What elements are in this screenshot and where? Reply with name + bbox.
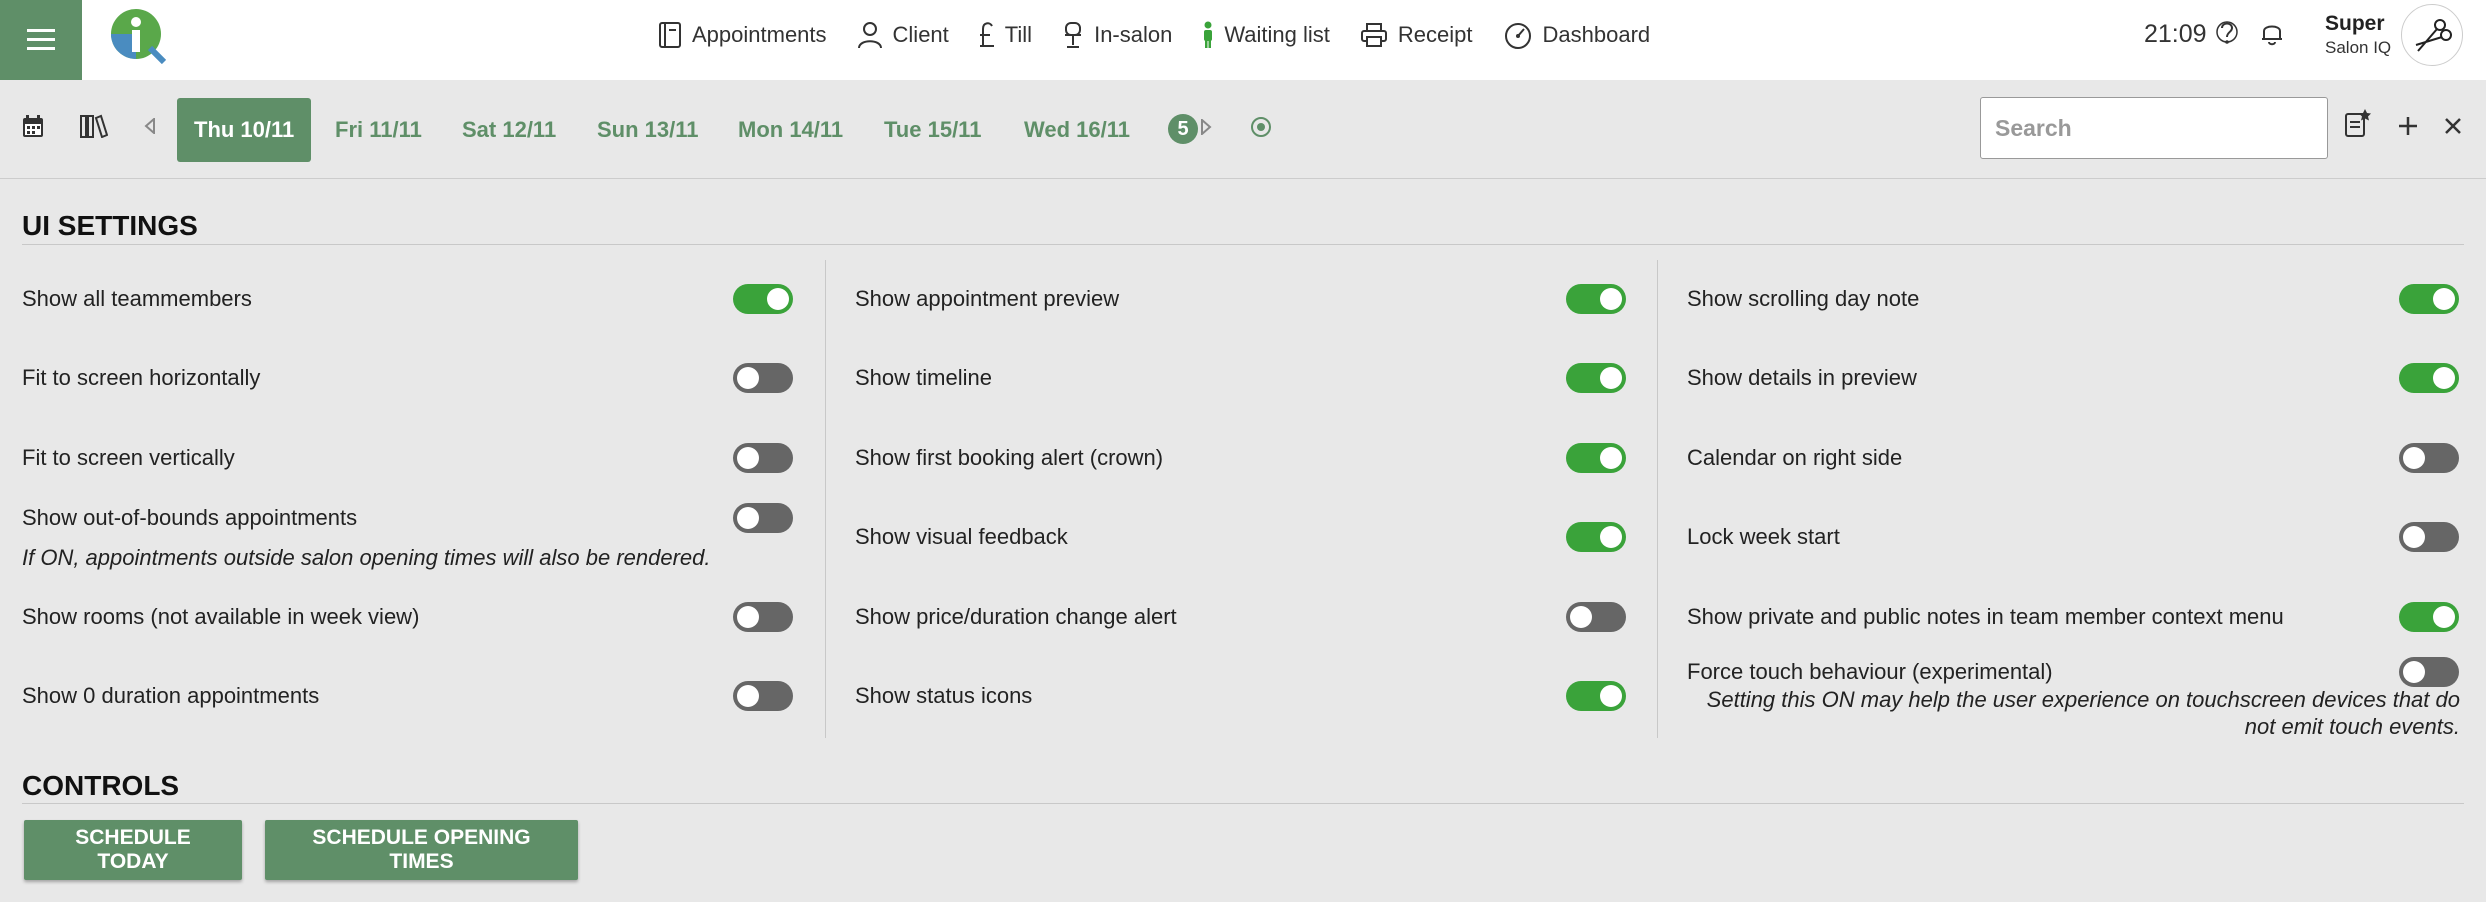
toggle-status-icons[interactable] [1566, 681, 1626, 711]
schedule-opening-times-button[interactable]: SCHEDULE OPENING TIMES [265, 820, 578, 880]
nav-appointments[interactable]: Appointments [658, 21, 827, 49]
setting-label: Force touch behaviour (experimental) [1687, 659, 2053, 684]
setting-label: Show appointment preview [855, 286, 1120, 311]
divider [22, 244, 2464, 245]
setting-label: Show first booking alert (crown) [855, 445, 1164, 470]
pound-icon [979, 22, 994, 47]
salon-chair-icon [1065, 22, 1082, 48]
schedule-today-button[interactable]: SCHEDULE TODAY [24, 820, 242, 880]
date-toolbar: Thu 10/11 Fri 11/11 Sat 12/11 Sun 13/11 … [0, 80, 2486, 179]
nav-till[interactable]: Till [979, 21, 1032, 49]
setting-label: Show price/duration change alert [855, 604, 1177, 629]
target-today-icon[interactable] [1250, 116, 1272, 143]
divider [22, 803, 2464, 804]
setting-note: not emit touch events. [2244, 714, 2460, 739]
setting-label: Show details in preview [1687, 365, 1917, 390]
printer-icon [1360, 23, 1387, 47]
nav-label: Dashboard [1542, 22, 1651, 47]
setting-label: Calendar on right side [1687, 445, 1903, 470]
gauge-icon [1504, 23, 1531, 49]
nav-dashboard[interactable]: Dashboard [1503, 21, 1651, 49]
toggle-details-in-preview[interactable] [2399, 363, 2459, 393]
setting-label: Show 0 duration appointments [22, 683, 320, 708]
setting-label: Fit to screen vertically [22, 445, 235, 470]
clock: 21:09 [2144, 20, 2207, 48]
column-divider [825, 260, 826, 738]
toggle-zero-duration[interactable] [733, 681, 793, 711]
setting-note: If ON, appointments outside salon openin… [22, 545, 711, 570]
calendar-icon[interactable] [22, 114, 44, 143]
search-input[interactable] [1980, 97, 2328, 159]
next-day-icon[interactable] [1200, 117, 1212, 140]
toggle-visual-feedback[interactable] [1566, 522, 1626, 552]
salon-name: Salon IQ [2325, 38, 2392, 57]
nav-label: Receipt [1397, 22, 1473, 47]
setting-label: Show all teammembers [22, 286, 252, 311]
toggle-lock-week-start[interactable] [2399, 522, 2459, 552]
setting-label: Show private and public notes in team me… [1687, 604, 2284, 629]
setting-note: Setting this ON may help the user experi… [1706, 687, 2460, 712]
nav-label: Client [892, 22, 949, 47]
salon-iq-logo[interactable] [110, 8, 167, 65]
nav-label: Appointments [692, 22, 827, 47]
standing-person-icon [1204, 21, 1213, 48]
setting-label: Show rooms (not available in week view) [22, 604, 420, 629]
date-tab[interactable]: Tue 15/11 [884, 98, 981, 162]
setting-label: Show status icons [855, 683, 1033, 708]
prev-day-icon[interactable] [144, 116, 156, 139]
user-name: Super [2325, 12, 2385, 35]
starred-notes-icon[interactable] [2344, 108, 2372, 143]
top-navbar: Appointments Client Till In-salon Waitin… [0, 0, 2486, 80]
week-count-badge: 5 [1168, 114, 1198, 144]
add-icon[interactable] [2398, 116, 2418, 141]
date-tab[interactable]: Sat 12/11 [462, 98, 556, 162]
nav-client[interactable]: Client [857, 21, 949, 49]
nav-label: Waiting list [1224, 22, 1330, 47]
nav-label: Till [1004, 22, 1033, 47]
toggle-timeline[interactable] [1566, 363, 1626, 393]
nav-in-salon[interactable]: In-salon [1062, 21, 1172, 49]
date-tab[interactable]: Sun 13/11 [597, 98, 699, 162]
hamburger-menu-button[interactable] [0, 0, 82, 80]
toggle-price-duration-alert[interactable] [1566, 602, 1626, 632]
help-icon[interactable] [2216, 20, 2238, 51]
scissors-icon [2415, 19, 2452, 52]
avatar[interactable] [2401, 4, 2463, 66]
bell-icon[interactable] [2260, 20, 2284, 51]
books-icon[interactable] [80, 114, 109, 143]
toggle-private-public-notes[interactable] [2399, 602, 2459, 632]
setting-label: Fit to screen horizontally [22, 365, 261, 390]
nav-label: In-salon [1094, 22, 1173, 47]
toggle-first-booking-alert[interactable] [1566, 443, 1626, 473]
book-icon [659, 22, 681, 48]
toggle-fit-vertically[interactable] [733, 443, 793, 473]
main-nav: Appointments Client Till In-salon Waitin… [658, 0, 1680, 70]
toggle-out-of-bounds[interactable] [733, 503, 793, 533]
date-tab[interactable]: Mon 14/11 [738, 98, 843, 162]
date-tab[interactable]: Thu 10/11 [177, 98, 312, 162]
setting-label: Show out-of-bounds appointments [22, 505, 358, 530]
toggle-show-all-teammembers[interactable] [733, 284, 793, 314]
setting-label: Show timeline [855, 365, 992, 390]
date-tab[interactable]: Wed 16/11 [1024, 98, 1130, 162]
hamburger-icon [27, 29, 55, 50]
date-tab[interactable]: Fri 11/11 [335, 98, 422, 162]
setting-label: Show scrolling day note [1687, 286, 1920, 311]
person-icon [857, 22, 882, 49]
setting-label: Show visual feedback [855, 524, 1068, 549]
nav-waiting-list[interactable]: Waiting list [1202, 21, 1330, 49]
nav-receipt[interactable]: Receipt [1360, 22, 1473, 48]
column-divider [1657, 260, 1658, 738]
toggle-calendar-right-side[interactable] [2399, 443, 2459, 473]
ui-settings-heading: UI SETTINGS [22, 210, 198, 241]
close-icon[interactable] [2445, 118, 2461, 139]
setting-label: Lock week start [1687, 524, 1840, 549]
toggle-fit-horizontally[interactable] [733, 363, 793, 393]
toggle-force-touch[interactable] [2399, 657, 2459, 687]
toggle-show-rooms[interactable] [733, 602, 793, 632]
controls-heading: CONTROLS [22, 770, 180, 801]
toggle-scrolling-day-note[interactable] [2399, 284, 2459, 314]
toggle-appointment-preview[interactable] [1566, 284, 1626, 314]
